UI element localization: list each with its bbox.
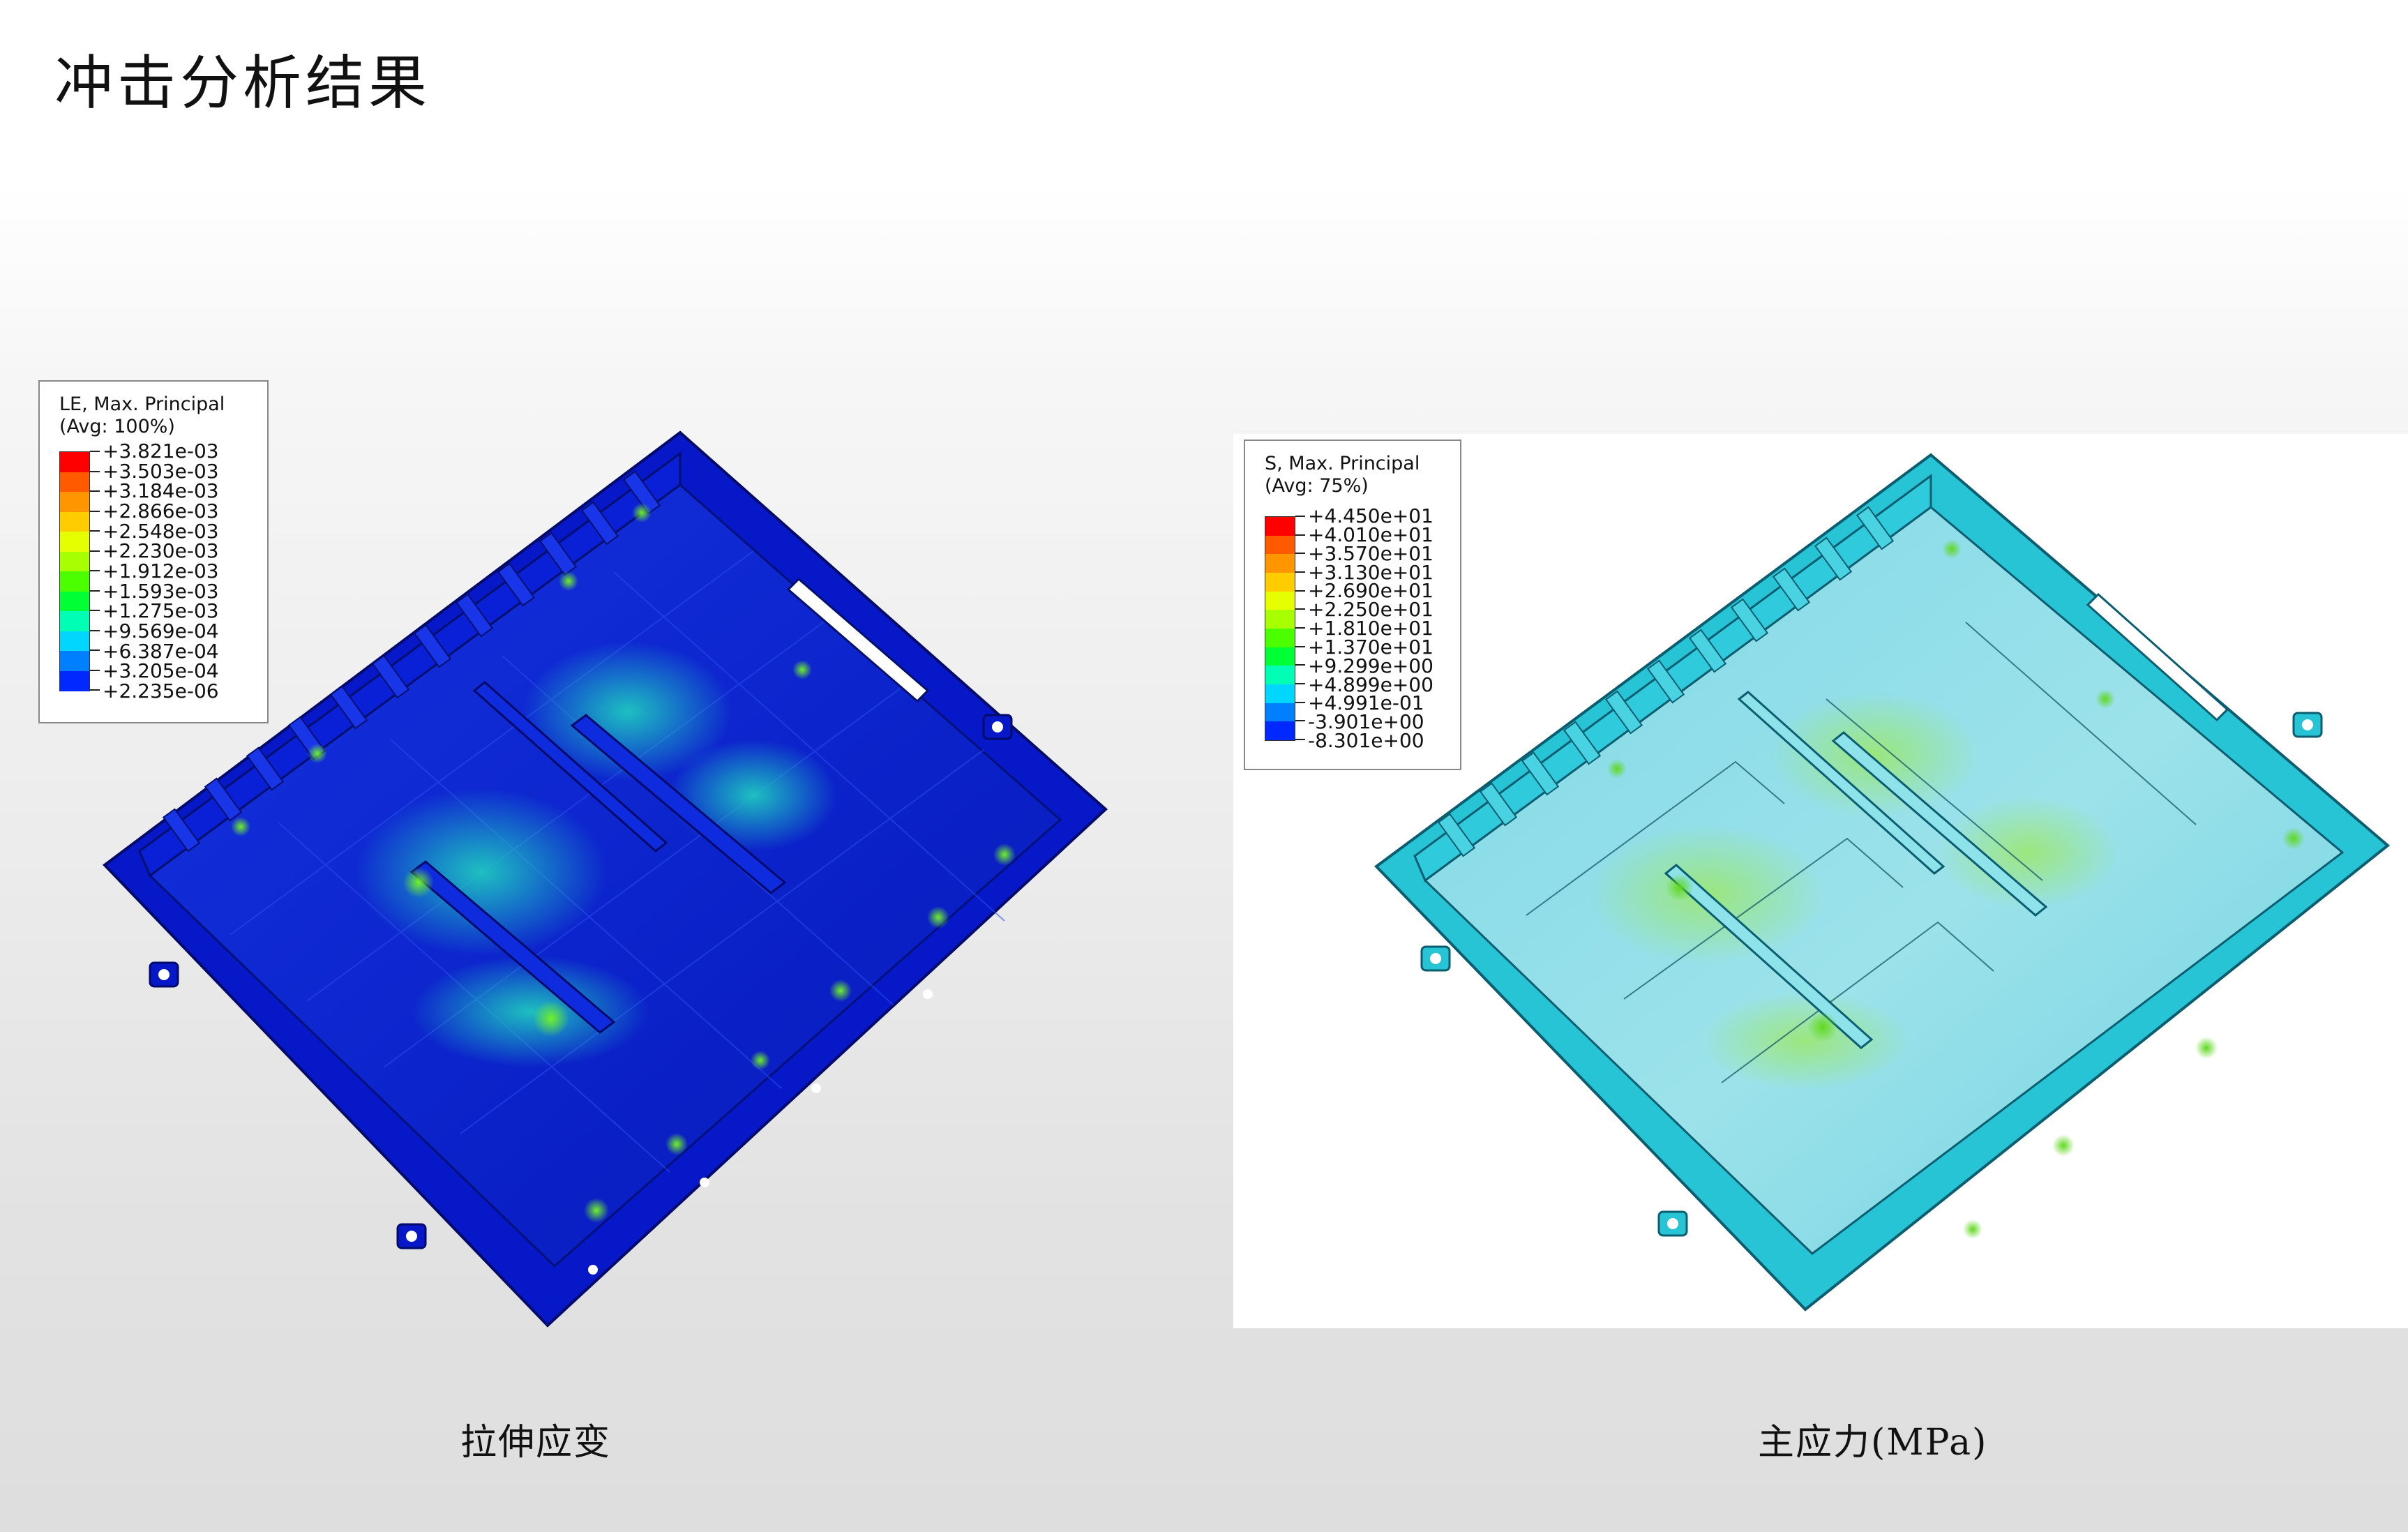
legend-tick <box>90 451 100 452</box>
legend-color-segment <box>1265 554 1295 573</box>
legend-color-segment <box>1265 721 1295 741</box>
legend-tick <box>1295 589 1305 592</box>
stress-caption: 主应力(MPa) <box>1758 1422 1988 1464</box>
slide-title: 冲击分析结果 <box>54 49 432 117</box>
legend-tick <box>1295 664 1305 666</box>
legend-tick <box>90 649 100 651</box>
legend-color-segment <box>60 511 89 532</box>
legend-tick <box>90 610 100 611</box>
legend-tick <box>90 689 100 691</box>
legend-subtitle: (Avg: 75%) <box>1265 475 1369 497</box>
legend-value: +3.184e-03 <box>103 479 219 503</box>
legend-value: +2.548e-03 <box>103 519 219 543</box>
legend-color-segment <box>1265 517 1295 536</box>
legend-color-segment <box>1265 591 1295 610</box>
legend-tick <box>90 669 100 671</box>
legend-tick <box>1295 534 1305 536</box>
legend-color-segment <box>1265 535 1295 555</box>
legend-value: +1.275e-03 <box>103 599 219 623</box>
legend-color-segment <box>60 452 89 472</box>
legend-tick <box>90 530 100 532</box>
legend-tick <box>1295 683 1305 684</box>
stress-result-panel: S, Max. Principal (Avg: 75%) +4.450e+01 … <box>1233 434 2408 1328</box>
legend-title: S, Max. Principal <box>1265 453 1420 474</box>
legend-color-bar <box>59 451 90 691</box>
legend-tick <box>90 550 100 552</box>
legend-value: +3.503e-03 <box>103 459 219 483</box>
legend-value: +2.866e-03 <box>103 500 219 523</box>
legend-color-segment <box>1265 647 1295 666</box>
legend-tick <box>90 570 100 571</box>
legend-color-segment <box>60 631 89 652</box>
legend-tick <box>90 490 100 492</box>
legend-value: +2.235e-06 <box>103 679 219 703</box>
legend-color-segment <box>60 532 89 552</box>
legend-value: +9.569e-04 <box>103 619 219 643</box>
legend-color-segment <box>60 472 89 493</box>
legend-tick <box>1295 627 1305 629</box>
legend-tick <box>1295 645 1305 647</box>
legend-color-segment <box>60 651 89 671</box>
legend-color-segment <box>1265 573 1295 592</box>
legend-color-segment <box>60 492 89 512</box>
legend-tick <box>90 629 100 631</box>
legend-tick <box>1295 516 1305 517</box>
legend-color-segment <box>1265 666 1295 685</box>
legend-tick <box>1295 701 1305 703</box>
legend-tick <box>90 470 100 472</box>
strain-caption: 拉伸应变 <box>460 1422 612 1464</box>
legend-tick <box>1295 720 1305 722</box>
legend-color-segment <box>1265 684 1295 704</box>
legend-value: +2.230e-03 <box>103 539 219 563</box>
legend-ticks <box>1295 516 1305 741</box>
legend-subtitle: (Avg: 100%) <box>59 416 175 437</box>
legend-color-segment <box>1265 610 1295 629</box>
stress-legend: S, Max. Principal (Avg: 75%) +4.450e+01 … <box>1244 440 1461 770</box>
legend-color-segment <box>60 551 89 572</box>
legend-value: +3.821e-03 <box>103 440 219 463</box>
legend-tick <box>1295 571 1305 573</box>
legend-color-segment <box>1265 629 1295 648</box>
legend-color-segment <box>1265 703 1295 722</box>
legend-tick <box>90 589 100 592</box>
legend-tick <box>1295 739 1305 740</box>
legend-tick <box>1295 608 1305 610</box>
legend-color-bar <box>1265 516 1295 741</box>
legend-color-segment <box>60 611 89 631</box>
strain-legend: LE, Max. Principal (Avg: 100%) +3.821e-0… <box>38 380 269 723</box>
strain-result-panel: LE, Max. Principal (Avg: 100%) +3.821e-0… <box>0 363 1214 1339</box>
legend-ticks <box>90 451 100 691</box>
legend-value: +6.387e-04 <box>103 639 219 663</box>
legend-value: +3.205e-04 <box>103 659 219 683</box>
legend-color-segment <box>60 571 89 592</box>
legend-tick <box>90 510 100 512</box>
legend-value: -8.301e+00 <box>1308 729 1424 752</box>
legend-title: LE, Max. Principal <box>59 393 225 415</box>
legend-color-segment <box>60 591 89 612</box>
legend-value: +1.912e-03 <box>103 560 219 583</box>
legend-tick <box>1295 553 1305 555</box>
legend-value: +1.593e-03 <box>103 579 219 603</box>
legend-color-segment <box>60 670 89 691</box>
